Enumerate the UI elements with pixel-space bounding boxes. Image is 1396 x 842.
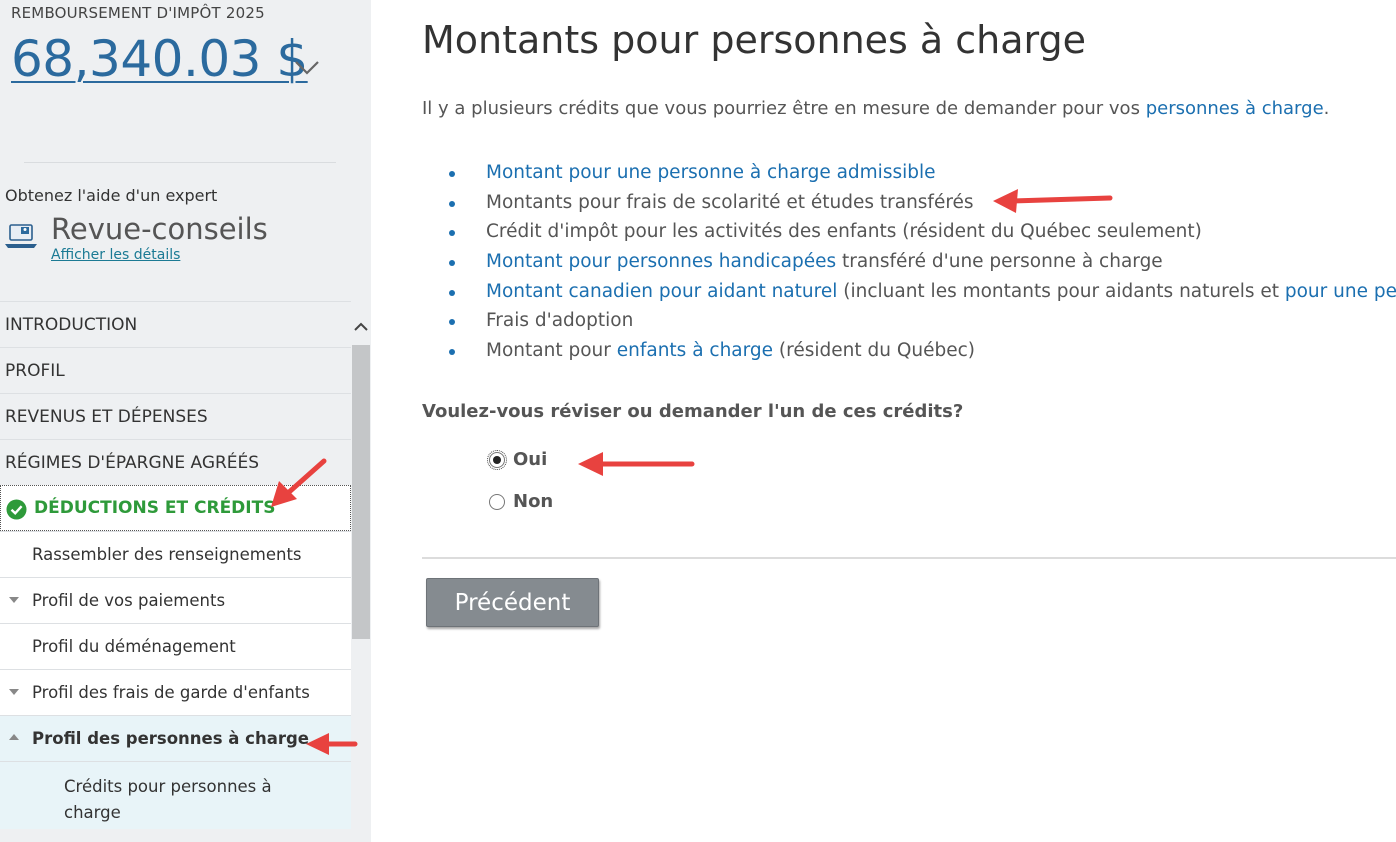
collapse-triangle-icon xyxy=(9,734,19,740)
nav-item-profil[interactable]: PROFIL xyxy=(0,347,351,393)
question-text: Voulez-vous réviser ou demander l'un de … xyxy=(422,401,964,422)
refund-label: REMBOURSEMENT D'IMPÔT 2025 xyxy=(11,4,265,22)
expert-help-label: Obtenez l'aide d'un expert xyxy=(5,186,218,205)
list-item-text: Montants pour frais de scolarité et étud… xyxy=(486,191,974,213)
show-details-link[interactable]: Afficher les détails xyxy=(51,247,180,263)
scrollbar-thumb[interactable] xyxy=(352,345,370,639)
nav-item-label: Profil des personnes à charge xyxy=(32,729,309,748)
nav-item-rassembler[interactable]: Rassembler des renseignements xyxy=(0,531,351,577)
radio-yes[interactable]: Oui xyxy=(487,449,547,470)
list-item-text: Frais d'adoption xyxy=(486,310,634,332)
nav-menu: INTRODUCTION PROFIL REVENUS ET DÉPENSES … xyxy=(0,301,351,829)
list-item: Crédit d'impôt pour les activités des en… xyxy=(422,217,1396,247)
sidebar: REMBOURSEMENT D'IMPÔT 2025 68,340.03 $ O… xyxy=(0,0,371,842)
chevron-up-icon[interactable] xyxy=(352,318,370,336)
expand-triangle-icon xyxy=(9,597,19,603)
nav-item-label: INTRODUCTION xyxy=(5,314,138,335)
chevron-down-icon[interactable] xyxy=(292,52,322,82)
nav-item-credits-personnes[interactable]: Crédits pour personnes à charge xyxy=(0,761,351,829)
list-item: Montant pour enfants à charge (résident … xyxy=(422,336,1396,366)
list-item-text: (résident du Québec) xyxy=(773,340,976,362)
check-circle-icon xyxy=(6,499,27,520)
caregiver-amount-link-2[interactable]: pour une pe xyxy=(1285,281,1396,302)
nav-item-label: PROFIL xyxy=(5,360,65,381)
nav-item-regimes[interactable]: RÉGIMES D'ÉPARGNE AGRÉÉS xyxy=(0,439,351,485)
nav-item-label: DÉDUCTIONS ET CRÉDITS xyxy=(34,498,276,518)
radio-no-button[interactable] xyxy=(489,493,505,510)
nav-item-paiements[interactable]: Profil de vos paiements xyxy=(0,577,351,623)
eligible-dependant-link[interactable]: Montant pour une personne à charge admis… xyxy=(486,162,936,183)
list-item: Montant pour personnes handicapées trans… xyxy=(422,247,1396,277)
bullet-icon xyxy=(449,260,455,267)
nav-item-deductions[interactable]: DÉDUCTIONS ET CRÉDITS xyxy=(0,485,351,531)
radio-yes-button[interactable] xyxy=(487,449,507,470)
radio-yes-label[interactable]: Oui xyxy=(513,449,547,470)
intro-text: Il y a plusieurs crédits que vous pourri… xyxy=(422,98,1329,119)
credit-list: Montant pour une personne à charge admis… xyxy=(422,158,1396,366)
intro-text-part: Il y a plusieurs crédits que vous pourri… xyxy=(422,98,1146,119)
list-item: Frais d'adoption xyxy=(422,306,1396,336)
bullet-icon xyxy=(449,289,455,296)
laptop-expert-icon xyxy=(5,224,37,248)
nav-item-label: REVENUS ET DÉPENSES xyxy=(5,406,208,427)
nav-item-label: Rassembler des renseignements xyxy=(32,545,302,564)
main-content: Montants pour personnes à charge Il y a … xyxy=(371,0,1396,842)
intro-text-end: . xyxy=(1323,98,1330,119)
radio-no[interactable]: Non xyxy=(489,491,553,512)
bullet-icon xyxy=(449,349,455,356)
radio-selected-dot xyxy=(493,455,501,464)
divider xyxy=(422,557,1396,559)
list-item-text: Crédit d'impôt pour les activités des en… xyxy=(486,221,1202,243)
list-item: Montant pour une personne à charge admis… xyxy=(422,158,1396,188)
list-item: Montant canadien pour aidant naturel (in… xyxy=(422,277,1396,307)
caregiver-amount-link[interactable]: Montant canadien pour aidant naturel xyxy=(486,281,837,302)
list-item-text: Montant pour xyxy=(486,340,617,362)
nav-item-label: Profil du déménagement xyxy=(32,637,236,656)
expand-triangle-icon xyxy=(9,689,19,695)
divider xyxy=(24,162,336,163)
disability-amount-link[interactable]: Montant pour personnes handicapées xyxy=(486,251,836,272)
list-item: Montants pour frais de scolarité et étud… xyxy=(422,188,1396,218)
nav-item-label: RÉGIMES D'ÉPARGNE AGRÉÉS xyxy=(5,452,260,473)
radio-no-label[interactable]: Non xyxy=(513,491,553,512)
page-title: Montants pour personnes à charge xyxy=(422,18,1086,62)
previous-button[interactable]: Précédent xyxy=(426,578,599,627)
nav-item-label: Profil de vos paiements xyxy=(32,591,226,610)
bullet-icon xyxy=(449,200,455,207)
list-item-text: (incluant les montants pour aidants natu… xyxy=(837,280,1285,302)
nav-item-garde[interactable]: Profil des frais de garde d'enfants xyxy=(0,669,351,715)
nav-item-demenagement[interactable]: Profil du déménagement xyxy=(0,623,351,669)
dependents-link[interactable]: personnes à charge xyxy=(1146,98,1324,119)
nav-item-label: Crédits pour personnes à charge xyxy=(64,777,272,822)
refund-amount[interactable]: 68,340.03 $ xyxy=(11,30,308,88)
list-item-text: transféré d'une personne à charge xyxy=(836,251,1163,273)
nav-item-revenus[interactable]: REVENUS ET DÉPENSES xyxy=(0,393,351,439)
nav-item-personnes[interactable]: Profil des personnes à charge xyxy=(0,715,351,761)
review-title: Revue-conseils xyxy=(51,212,268,246)
bullet-icon xyxy=(449,319,455,326)
bullet-icon xyxy=(449,230,455,237)
nav-item-introduction[interactable]: INTRODUCTION xyxy=(0,301,351,347)
bullet-icon xyxy=(449,171,455,177)
nav-item-label: Profil des frais de garde d'enfants xyxy=(32,683,310,702)
dependent-children-link[interactable]: enfants à charge xyxy=(617,340,773,361)
